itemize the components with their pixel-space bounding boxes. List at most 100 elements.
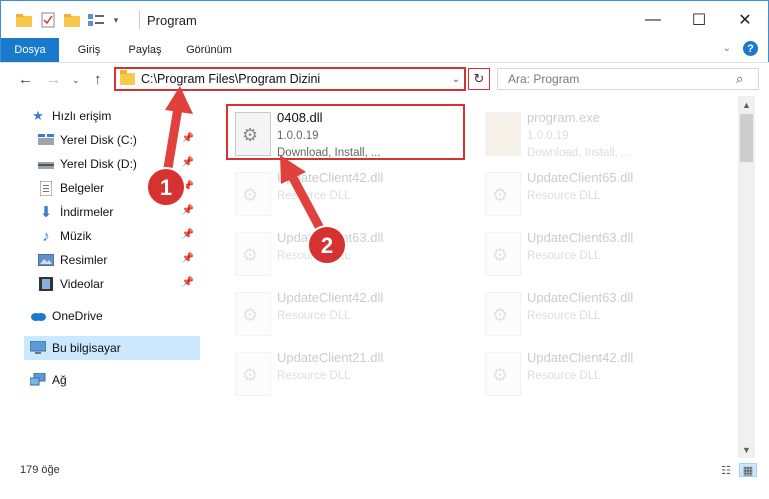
back-arrow-icon[interactable]: ← bbox=[18, 71, 33, 88]
file-item[interactable]: program.exe 1.0.0.19 Download, Install, … bbox=[481, 106, 711, 162]
file-description: Resource DLL bbox=[277, 370, 351, 382]
file-description: Resource DLL bbox=[277, 250, 351, 262]
address-history-chevron-icon[interactable]: ⌄ bbox=[448, 74, 464, 85]
file-item[interactable]: ⚙ UpdateClient63.dll Resource DLL bbox=[481, 226, 711, 282]
quick-access-toolbar: ▾ bbox=[15, 9, 127, 31]
chevron-down-icon[interactable]: ⌄ bbox=[723, 43, 731, 54]
sidebar-item-downloads[interactable]: ⬇ İndirmeler 📌 bbox=[38, 200, 200, 224]
file-name: UpdateClient63.dll bbox=[527, 290, 634, 305]
sidebar-item-onedrive[interactable]: OneDrive bbox=[30, 304, 230, 328]
file-item[interactable]: ⚙ UpdateClient42.dll Resource DLL bbox=[481, 346, 711, 402]
search-icon: ⌕ bbox=[736, 71, 744, 86]
scroll-down-arrow-icon[interactable]: ▼ bbox=[738, 441, 755, 458]
refresh-icon: ↻ bbox=[473, 71, 485, 86]
maximize-button[interactable]: ☐ bbox=[676, 1, 722, 39]
dll-file-icon: ⚙ bbox=[485, 352, 521, 396]
network-icon bbox=[30, 372, 46, 388]
sidebar-item-label: Videolar bbox=[60, 277, 104, 291]
large-icons-view-icon[interactable]: ▦ bbox=[739, 463, 757, 477]
tab-home[interactable]: Giriş bbox=[65, 38, 113, 62]
file-name: program.exe bbox=[527, 110, 600, 125]
drive-icon bbox=[38, 132, 54, 148]
document-icon bbox=[38, 180, 54, 196]
window-controls: — ☐ ✕ bbox=[630, 1, 768, 39]
dll-file-icon: ⚙ bbox=[485, 292, 521, 336]
sidebar-item-music[interactable]: ♪ Müzik 📌 bbox=[38, 224, 200, 248]
gear-icon: ⚙ bbox=[242, 185, 259, 205]
file-description: Resource DLL bbox=[277, 310, 351, 322]
sidebar-item-pictures[interactable]: Resimler 📌 bbox=[38, 248, 200, 272]
drive-icon bbox=[38, 156, 54, 172]
file-item[interactable]: ⚙ UpdateClient42.dll Resource DLL bbox=[231, 166, 461, 222]
scroll-up-arrow-icon[interactable]: ▲ bbox=[738, 96, 755, 113]
pin-icon[interactable]: 📌 bbox=[182, 157, 194, 168]
sidebar-item-videos[interactable]: Videolar 📌 bbox=[38, 272, 200, 296]
file-name: UpdateClient21.dll bbox=[277, 350, 384, 365]
up-arrow-icon[interactable]: ↑ bbox=[94, 71, 102, 88]
pin-icon[interactable]: 📌 bbox=[182, 205, 194, 216]
sidebar-item-quick-access[interactable]: ★ Hızlı erişim bbox=[30, 104, 230, 128]
dll-file-icon: ⚙ bbox=[235, 232, 271, 276]
item-count: 179 öğe bbox=[20, 464, 60, 476]
pin-icon[interactable]: 📌 bbox=[182, 277, 194, 288]
customize-qa-chevron-icon[interactable]: ▾ bbox=[111, 11, 121, 29]
view-options-icon[interactable] bbox=[87, 11, 105, 29]
properties-icon[interactable] bbox=[39, 11, 57, 29]
file-item[interactable]: ⚙ UpdateClient63.dll Resource DLL bbox=[481, 286, 711, 342]
folder-icon bbox=[15, 11, 33, 29]
address-path: C:\Program Files\Program Dizini bbox=[141, 72, 321, 86]
file-item[interactable]: ⚙ UpdateClient63.dll Resource DLL bbox=[231, 226, 461, 282]
details-view-icon[interactable]: ☷ bbox=[717, 463, 735, 477]
tab-file[interactable]: Dosya bbox=[1, 38, 59, 62]
close-button[interactable]: ✕ bbox=[722, 1, 768, 39]
file-item[interactable]: ⚙ UpdateClient21.dll Resource DLL bbox=[231, 346, 461, 402]
sidebar-item-label: İndirmeler bbox=[60, 205, 114, 219]
address-bar[interactable]: C:\Program Files\Program Dizini ⌄ bbox=[114, 67, 466, 91]
tab-share[interactable]: Paylaş bbox=[119, 38, 171, 62]
file-item[interactable]: ⚙ UpdateClient42.dll Resource DLL bbox=[231, 286, 461, 342]
pin-icon[interactable]: 📌 bbox=[182, 253, 194, 264]
title-divider bbox=[139, 11, 140, 29]
gear-icon: ⚙ bbox=[242, 245, 259, 265]
new-folder-icon[interactable] bbox=[63, 11, 81, 29]
video-icon bbox=[38, 276, 54, 292]
highlight-box bbox=[226, 104, 465, 160]
sidebar-item-label: Bu bilgisayar bbox=[52, 341, 121, 355]
sidebar-item-local-disk-c[interactable]: Yerel Disk (C:) 📌 bbox=[38, 128, 200, 152]
recent-locations-chevron-icon[interactable]: ⌄ bbox=[72, 75, 80, 86]
pin-icon[interactable]: 📌 bbox=[182, 229, 194, 240]
sidebar-item-label: Yerel Disk (D:) bbox=[60, 157, 137, 171]
sidebar-item-this-pc[interactable]: Bu bilgisayar bbox=[24, 336, 200, 360]
help-icon[interactable]: ? bbox=[743, 41, 758, 56]
sidebar-item-label: Ağ bbox=[52, 373, 67, 387]
sidebar-item-network[interactable]: Ağ bbox=[30, 368, 230, 392]
sidebar-item-documents[interactable]: Belgeler 📌 bbox=[38, 176, 200, 200]
sidebar-item-local-disk-d[interactable]: Yerel Disk (D:) 📌 bbox=[38, 152, 200, 176]
scroll-thumb[interactable] bbox=[740, 114, 753, 162]
pin-icon[interactable]: 📌 bbox=[182, 133, 194, 144]
refresh-button[interactable]: ↻ bbox=[468, 68, 490, 90]
sidebar-item-label: Resimler bbox=[60, 253, 108, 267]
exe-file-icon bbox=[485, 112, 521, 156]
minimize-button[interactable]: — bbox=[630, 1, 676, 39]
file-name: UpdateClient65.dll bbox=[527, 170, 634, 185]
pin-icon[interactable]: 📌 bbox=[182, 181, 194, 192]
dll-file-icon: ⚙ bbox=[485, 232, 521, 276]
forward-arrow-icon[interactable]: → bbox=[46, 71, 61, 88]
file-item[interactable]: ⚙ UpdateClient65.dll Resource DLL bbox=[481, 166, 711, 222]
vertical-scrollbar[interactable]: ▲ ▼ bbox=[738, 96, 755, 458]
search-input[interactable]: Ara: Program ⌕ bbox=[497, 68, 759, 90]
file-description: Download, Install, ... bbox=[527, 147, 631, 159]
sidebar-item-label: Yerel Disk (C:) bbox=[60, 133, 137, 147]
gear-icon: ⚙ bbox=[492, 185, 509, 205]
cloud-icon bbox=[30, 308, 46, 324]
file-name: UpdateClient63.dll bbox=[527, 230, 634, 245]
dll-file-icon: ⚙ bbox=[235, 292, 271, 336]
tab-view[interactable]: Görünüm bbox=[177, 38, 241, 62]
pictures-icon bbox=[38, 252, 54, 268]
file-description: Resource DLL bbox=[527, 190, 601, 202]
file-description: Resource DLL bbox=[527, 250, 601, 262]
folder-icon bbox=[120, 70, 135, 85]
file-name: UpdateClient42.dll bbox=[277, 170, 384, 185]
gear-icon: ⚙ bbox=[242, 305, 259, 325]
